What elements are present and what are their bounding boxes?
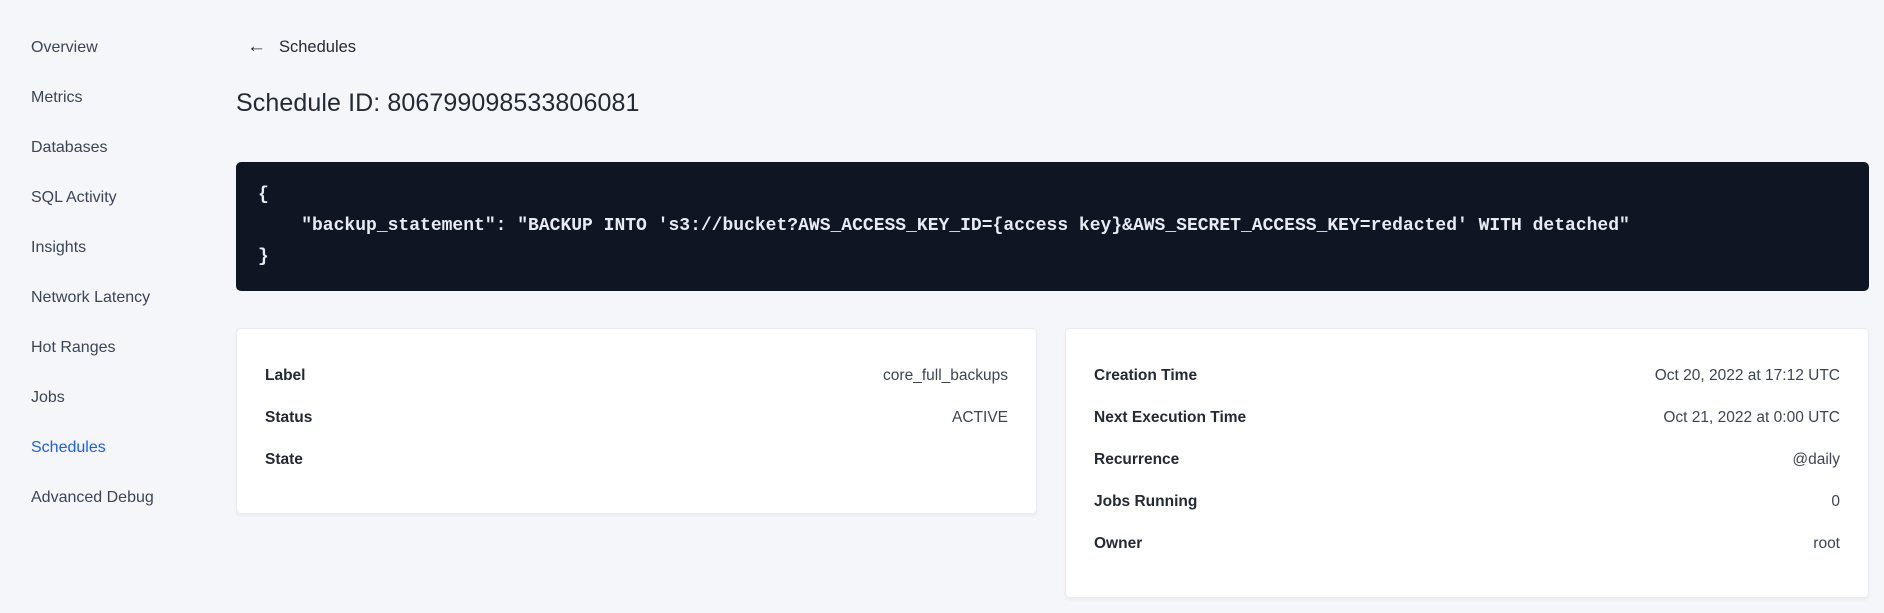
schedule-details-card: Label core_full_backups Status ACTIVE St… — [236, 328, 1037, 514]
sidebar-item-hot-ranges[interactable]: Hot Ranges — [0, 323, 215, 373]
code-line: } — [258, 247, 269, 267]
schedule-definition-code-block: { "backup_statement": "BACKUP INTO 's3:/… — [236, 162, 1869, 291]
detail-row-next-execution-time: Next Execution Time Oct 21, 2022 at 0:00… — [1094, 397, 1840, 439]
row-label: State — [265, 451, 303, 468]
row-value: Oct 20, 2022 at 17:12 UTC — [1654, 367, 1840, 384]
back-arrow-icon: ← — [247, 36, 266, 57]
detail-cards-row: Label core_full_backups Status ACTIVE St… — [236, 328, 1869, 598]
row-value: Oct 21, 2022 at 0:00 UTC — [1663, 409, 1840, 426]
sidebar-item-overview[interactable]: Overview — [0, 23, 215, 73]
sidebar-item-databases[interactable]: Databases — [0, 123, 215, 173]
row-value: root — [1813, 535, 1840, 552]
sidebar-item-advanced-debug[interactable]: Advanced Debug — [0, 473, 215, 523]
detail-row-state: State — [265, 439, 1008, 481]
sidebar-item-insights[interactable]: Insights — [0, 223, 215, 273]
row-label: Label — [265, 367, 306, 384]
sidebar-item-metrics[interactable]: Metrics — [0, 73, 215, 123]
row-label: Next Execution Time — [1094, 409, 1247, 426]
row-value: 0 — [1831, 493, 1840, 510]
page-title: Schedule ID: 806799098533806081 — [236, 89, 640, 117]
schedule-execution-card: Creation Time Oct 20, 2022 at 17:12 UTC … — [1065, 328, 1869, 598]
main-content: ← Schedules Schedule ID: 806799098533806… — [236, 0, 1869, 598]
detail-row-jobs-running: Jobs Running 0 — [1094, 481, 1840, 523]
code-line: "backup_statement": "BACKUP INTO 's3://b… — [258, 216, 1630, 236]
detail-row-owner: Owner root — [1094, 523, 1840, 565]
sidebar-item-network-latency[interactable]: Network Latency — [0, 273, 215, 323]
row-value: ACTIVE — [952, 409, 1008, 426]
row-label: Recurrence — [1094, 451, 1180, 468]
detail-row-recurrence: Recurrence @daily — [1094, 439, 1840, 481]
sidebar: Overview Metrics Databases SQL Activity … — [0, 23, 215, 523]
sidebar-item-sql-activity[interactable]: SQL Activity — [0, 173, 215, 223]
row-value: @daily — [1792, 451, 1840, 468]
row-value: core_full_backups — [883, 367, 1008, 384]
back-to-schedules-link[interactable]: ← Schedules — [236, 36, 356, 58]
detail-row-label: Label core_full_backups — [265, 355, 1008, 397]
row-label: Status — [265, 409, 313, 426]
code-line: { — [258, 185, 269, 205]
row-label: Creation Time — [1094, 367, 1198, 384]
sidebar-item-jobs[interactable]: Jobs — [0, 373, 215, 423]
row-label: Owner — [1094, 535, 1143, 552]
breadcrumb-label: Schedules — [279, 38, 357, 56]
sidebar-item-schedules[interactable]: Schedules — [0, 423, 215, 473]
detail-row-creation-time: Creation Time Oct 20, 2022 at 17:12 UTC — [1094, 355, 1840, 397]
detail-row-status: Status ACTIVE — [265, 397, 1008, 439]
row-label: Jobs Running — [1094, 493, 1198, 510]
